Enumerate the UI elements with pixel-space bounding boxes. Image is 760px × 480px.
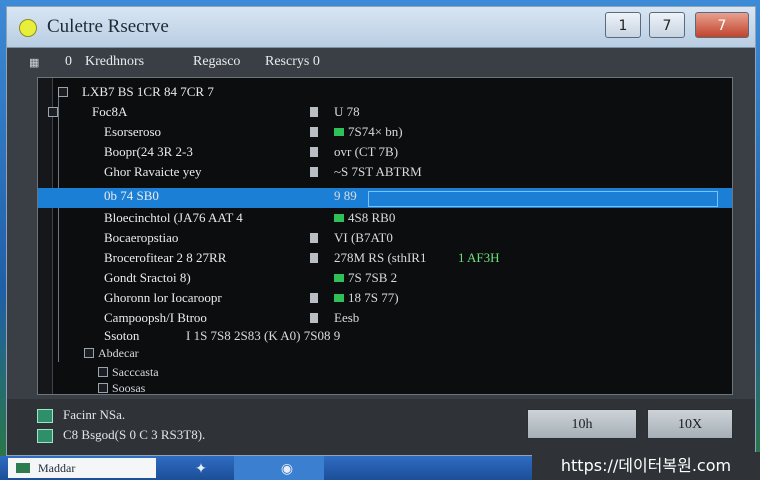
menu-bar: ▦ 0 Kredhnors Regasco Rescrys 0 <box>7 48 755 76</box>
tree-row[interactable]: Ghor Ravaicte yey ~S 7ST ABTRM <box>38 164 732 184</box>
minimize-button[interactable]: 1 <box>605 12 641 38</box>
status-line-2: C8 Bsgod(S 0 C 3 RS3T8). <box>63 427 206 442</box>
row-name: 0b 74 SB0 <box>104 188 159 203</box>
taskbar-app-button[interactable]: Maddar <box>8 458 156 478</box>
row-value: 7S74× bn) <box>348 124 403 139</box>
blue-dome-icon[interactable]: ◉ <box>276 459 298 477</box>
status-area: Facinr NSa. C8 Bsgod(S 0 C 3 RS3T8). <box>7 399 755 455</box>
child-item[interactable]: Sacccasta <box>112 365 159 380</box>
status-icon <box>37 409 53 423</box>
tree-row[interactable]: Foc8A U 78 <box>38 104 732 124</box>
row-value: ~S 7ST ABTRM <box>334 164 422 179</box>
row-extra: 1 AF3H <box>458 250 500 265</box>
child-item[interactable]: Soosas <box>112 381 145 396</box>
row-name: Ghoronn lor Iocaroopr <box>104 290 222 305</box>
row-value: U 78 <box>334 104 360 119</box>
menu-item-kredhnors[interactable]: Kredhnors <box>85 54 144 70</box>
child-item[interactable]: Abdecar <box>98 346 139 361</box>
row-value: VI (B7AT0 <box>334 230 393 245</box>
taskbar-app-label: Maddar <box>38 461 76 475</box>
row-value: 18 7S 77) <box>348 290 399 305</box>
row-name: Brocerofitear 2 8 27RR <box>104 250 227 265</box>
status-green-icon <box>334 274 344 282</box>
status-green-icon <box>334 294 344 302</box>
row-name: Foc8A <box>92 104 128 119</box>
row-marker <box>310 253 318 263</box>
root-node-icon <box>58 87 68 97</box>
app-window: Culetre Rsecrve 1 7 7 ▦ 0 Kredhnors Rega… <box>6 6 756 456</box>
row-value: 4S8 RB0 <box>348 210 396 225</box>
tree-row[interactable]: Bloecinchtol (JA76 AAT 4 4S8 RB0 <box>38 210 732 230</box>
row-value: I 1S 7S8 2S83 (K A0) 7S08 9 <box>186 328 341 343</box>
tree-row[interactable]: Brocerofitear 2 8 27RR 278M RS (sthIR1 1… <box>38 250 732 270</box>
row-marker <box>310 107 318 117</box>
window-title: Culetre Rsecrve <box>47 16 169 37</box>
tree-row[interactable]: Ssoton I 1S 7S8 2S83 (K A0) 7S08 9 <box>38 328 732 348</box>
menu-item-rescrys[interactable]: Rescrys 0 <box>265 54 320 70</box>
row-marker <box>310 147 318 157</box>
row-name: Bloecinchtol (JA76 AAT 4 <box>104 210 243 225</box>
title-bar[interactable]: Culetre Rsecrve 1 7 7 <box>7 7 755 48</box>
menu-grid-icon[interactable]: ▦ <box>29 56 39 69</box>
tree-row[interactable]: Ghoronn lor Iocaroopr 18 7S 77) <box>38 290 732 310</box>
row-value: 7S 7SB 2 <box>348 270 398 285</box>
tree-header-row[interactable]: LXB7 BS 1CR 84 7CR 7 <box>38 84 732 104</box>
ok-button[interactable]: 10h <box>527 409 637 439</box>
selection-edit-box[interactable] <box>368 191 718 207</box>
row-marker <box>310 293 318 303</box>
watermark-url: https://데이터복원.com <box>532 452 760 480</box>
expand-icon <box>48 107 58 117</box>
collapse-icon[interactable] <box>84 348 94 358</box>
row-marker <box>310 233 318 243</box>
cancel-button[interactable]: 10X <box>647 409 733 439</box>
leaf-icon <box>98 367 108 377</box>
tree-row[interactable]: Boopr(24 3R 2-3 ovr (CT 7B) <box>38 144 732 164</box>
status-icon <box>37 429 53 443</box>
tree-row[interactable]: Bocaeropstiao VI (B7AT0 <box>38 230 732 250</box>
tree-header-label: LXB7 BS 1CR 84 7CR 7 <box>82 84 214 99</box>
bird-icon[interactable]: ✦ <box>190 459 212 477</box>
row-value: 278M RS (sthIR1 <box>334 250 427 265</box>
status-line-1: Facinr NSa. <box>63 407 126 422</box>
row-name: Boopr(24 3R 2-3 <box>104 144 193 159</box>
row-value: Eesb <box>334 310 360 325</box>
status-green-icon <box>334 214 344 222</box>
row-name: Bocaeropstiao <box>104 230 179 245</box>
app-icon <box>19 19 37 37</box>
menu-lead-glyph[interactable]: 0 <box>65 54 72 70</box>
row-name: Ghor Ravaicte yey <box>104 164 202 179</box>
tree-row[interactable]: Campoopsh/I Btroo Eesb <box>38 310 732 330</box>
tree-row[interactable]: Esorseroso 7S74× bn) <box>38 124 732 144</box>
row-value: 9 89 <box>334 188 357 203</box>
row-name: Campoopsh/I Btroo <box>104 310 207 325</box>
row-marker <box>310 313 318 323</box>
maximize-button[interactable]: 7 <box>649 12 685 38</box>
close-button[interactable]: 7 <box>695 12 749 38</box>
status-green-icon <box>334 128 344 136</box>
row-name: Gondt Sractoi 8) <box>104 270 191 285</box>
leaf-icon <box>98 383 108 393</box>
row-value: ovr (CT 7B) <box>334 144 399 159</box>
app-small-icon <box>16 463 30 473</box>
menu-item-regasco[interactable]: Regasco <box>193 54 240 70</box>
row-name: Esorseroso <box>104 124 162 139</box>
row-name: Ssoton <box>104 328 140 343</box>
tree-row[interactable]: Gondt Sractoi 8) 7S 7SB 2 <box>38 270 732 290</box>
row-marker <box>310 127 318 137</box>
tree-list-panel: LXB7 BS 1CR 84 7CR 7 Foc8A U 78 Esorsero… <box>37 77 733 395</box>
row-marker <box>310 167 318 177</box>
